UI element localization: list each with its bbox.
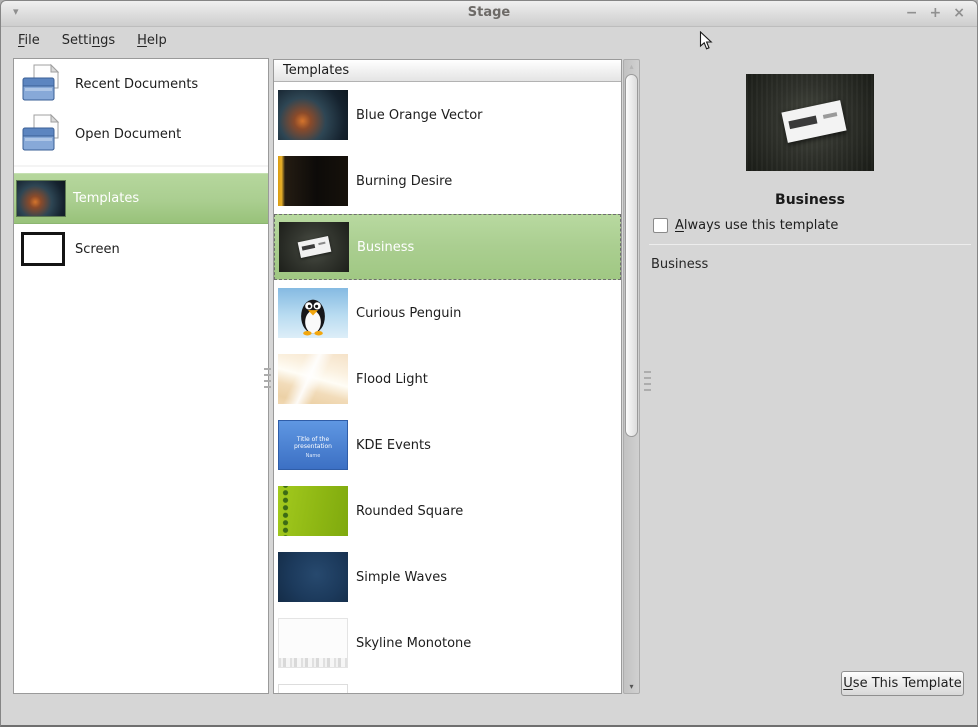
template-thumbnail [278,354,348,404]
templates-list-header[interactable]: Templates [274,60,621,82]
templates-scrollbar[interactable]: ▴ ▾ [623,59,640,694]
checkbox[interactable] [653,218,668,233]
template-item-kde-events[interactable]: Title of the presentation Name KDE Event… [274,412,621,478]
folder-document-icon [20,62,66,106]
checkbox-label: Always use this template [675,218,838,233]
template-label: KDE Events [356,438,431,453]
template-item-business[interactable]: Business [274,214,621,280]
template-item-partial[interactable] [274,676,621,693]
penguin-icon [295,294,331,336]
template-thumbnail [278,486,348,536]
business-card-graphic [781,100,846,143]
template-label: Burning Desire [356,174,452,189]
scroll-up-icon[interactable]: ▴ [624,62,639,71]
always-use-template-checkbox-row[interactable]: Always use this template [653,218,971,233]
template-thumbnail [278,552,348,602]
template-label: Rounded Square [356,504,463,519]
use-this-template-button[interactable]: Use This Template [841,671,964,696]
scroll-down-icon[interactable]: ▾ [624,682,639,691]
template-thumbnail [278,288,348,338]
templates-thumbnail-icon [18,177,64,221]
template-item-curious-penguin[interactable]: Curious Penguin [274,280,621,346]
templates-panel: Templates Blue Orange Vector Burning Des… [273,59,622,694]
template-item-blue-orange-vector[interactable]: Blue Orange Vector [274,82,621,148]
sidebar-item-label: Open Document [75,127,181,142]
maximize-button[interactable]: + [930,4,942,22]
scrollbar-thumb[interactable] [625,74,638,437]
sidebar-separator [14,165,268,167]
template-label: Skyline Monotone [356,636,471,651]
splitter-handle-left[interactable] [264,368,271,390]
template-label: Business [357,240,414,255]
titlebar[interactable]: ▾ Stage − + × [1,1,977,27]
sidebar-item-label: Templates [73,191,139,206]
templates-list: Blue Orange Vector Burning Desire Busine… [274,82,621,693]
sidebar-item-recent-documents[interactable]: Recent Documents [14,59,268,109]
template-item-skyline-monotone[interactable]: Skyline Monotone [274,610,621,676]
preview-title: Business [649,192,971,208]
menu-help[interactable]: Help [126,29,178,52]
preview-panel: Business Always use this template Busine… [649,58,971,694]
sidebar-item-screen[interactable]: Screen [14,224,268,274]
template-label: Blue Orange Vector [356,108,483,123]
template-thumbnail [278,156,348,206]
window-controls: − + × [906,4,965,22]
template-label: Simple Waves [356,570,447,585]
template-thumbnail [279,222,349,272]
stage-window: ▾ Stage − + × File Settings Help Recen [0,0,978,727]
menu-settings[interactable]: Settings [51,29,126,52]
sidebar-item-label: Screen [75,242,120,257]
template-item-simple-waves[interactable]: Simple Waves [274,544,621,610]
menubar: File Settings Help [7,27,178,53]
template-item-rounded-square[interactable]: Rounded Square [274,478,621,544]
close-button[interactable]: × [953,4,965,22]
mouse-cursor [699,31,713,51]
sidebar-item-templates[interactable]: Templates [14,173,268,224]
preview-separator [649,244,971,245]
minimize-button[interactable]: − [906,4,918,22]
template-thumbnail [278,90,348,140]
template-item-burning-desire[interactable]: Burning Desire [274,148,621,214]
sidebar-item-label: Recent Documents [75,77,198,92]
template-label: Curious Penguin [356,306,461,321]
sidebar-item-open-document[interactable]: Open Document [14,109,268,159]
template-preview-image [746,74,874,171]
folder-document-icon [20,112,66,156]
template-thumbnail [278,618,348,668]
window-title: Stage [1,5,977,20]
sidebar-panel: Recent Documents Open Document Templates… [13,58,269,694]
template-item-flood-light[interactable]: Flood Light [274,346,621,412]
preview-description: Business [651,257,971,272]
template-label: Flood Light [356,372,428,387]
template-thumbnail [278,684,348,693]
screen-icon [20,227,66,271]
menu-file[interactable]: File [7,29,51,52]
template-thumbnail: Title of the presentation Name [278,420,348,470]
